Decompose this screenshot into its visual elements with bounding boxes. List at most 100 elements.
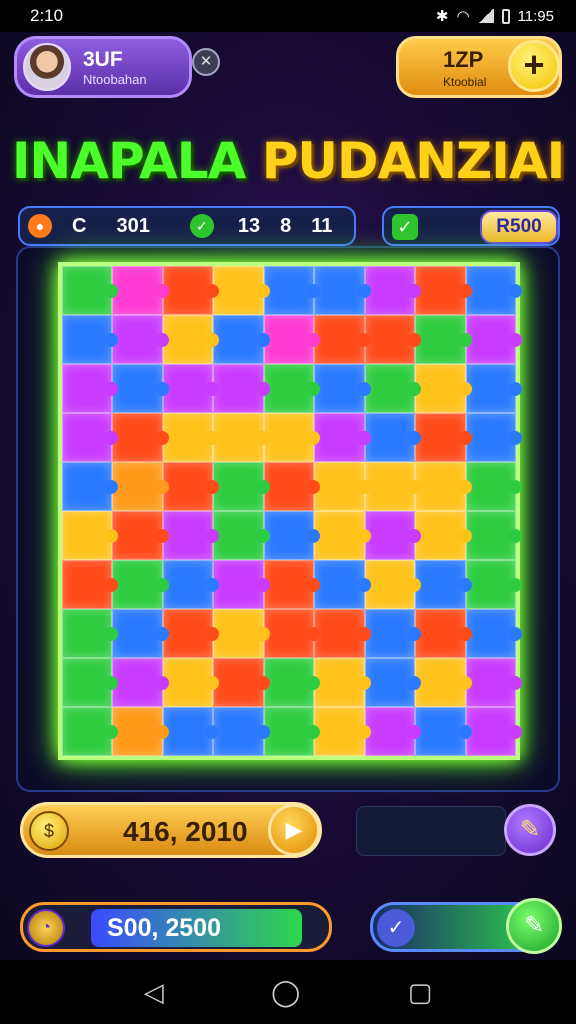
puzzle-piece[interactable] [62, 315, 119, 364]
puzzle-piece[interactable] [465, 609, 523, 658]
puzzle-piece[interactable] [314, 560, 372, 609]
puzzle-piece[interactable] [415, 707, 473, 756]
confirm-button[interactable]: ✎ [506, 898, 562, 954]
puzzle-piece[interactable] [314, 364, 372, 413]
puzzle-piece[interactable] [213, 511, 271, 560]
puzzle-piece[interactable] [263, 266, 321, 315]
puzzle-piece[interactable] [364, 511, 422, 560]
puzzle-piece[interactable] [415, 462, 473, 511]
recent-apps-icon[interactable]: ▢ [408, 977, 433, 1008]
back-icon[interactable]: ◁ [144, 977, 164, 1008]
puzzle-piece[interactable] [213, 315, 271, 364]
puzzle-piece[interactable] [263, 658, 321, 707]
puzzle-piece[interactable] [62, 511, 119, 560]
puzzle-piece[interactable] [263, 609, 321, 658]
puzzle-piece[interactable] [112, 707, 170, 756]
puzzle-piece[interactable] [112, 511, 170, 560]
puzzle-piece[interactable] [465, 560, 523, 609]
puzzle-piece[interactable] [415, 658, 473, 707]
puzzle-piece[interactable] [62, 560, 119, 609]
puzzle-piece[interactable] [162, 462, 220, 511]
puzzle-piece[interactable] [314, 707, 372, 756]
puzzle-piece[interactable] [415, 266, 473, 315]
puzzle-piece[interactable] [263, 413, 321, 462]
puzzle-piece[interactable] [62, 266, 119, 315]
puzzle-piece[interactable] [162, 658, 220, 707]
puzzle-piece[interactable] [314, 609, 372, 658]
prize-button[interactable]: R500 [480, 210, 558, 244]
puzzle-piece[interactable] [62, 413, 119, 462]
checkbox-icon[interactable]: ✓ [392, 214, 418, 240]
puzzle-piece[interactable] [465, 413, 523, 462]
puzzle-piece[interactable] [263, 364, 321, 413]
puzzle-piece[interactable] [415, 511, 473, 560]
puzzle-piece[interactable] [213, 707, 271, 756]
puzzle-piece[interactable] [314, 266, 372, 315]
home-icon[interactable]: ◯ [271, 977, 300, 1008]
puzzle-piece[interactable] [112, 413, 170, 462]
play-button[interactable]: ▶ [268, 804, 320, 856]
puzzle-piece[interactable] [263, 560, 321, 609]
puzzle-piece[interactable] [213, 462, 271, 511]
puzzle-piece[interactable] [415, 364, 473, 413]
puzzle-piece[interactable] [112, 462, 170, 511]
puzzle-piece[interactable] [364, 560, 422, 609]
puzzle-piece[interactable] [364, 364, 422, 413]
puzzle-piece[interactable] [465, 462, 523, 511]
puzzle-piece[interactable] [112, 560, 170, 609]
add-currency-button[interactable]: + [508, 40, 560, 92]
puzzle-piece[interactable] [162, 364, 220, 413]
puzzle-piece[interactable] [213, 266, 271, 315]
puzzle-piece[interactable] [162, 609, 220, 658]
puzzle-piece[interactable] [112, 364, 170, 413]
puzzle-piece[interactable] [415, 560, 473, 609]
puzzle-piece[interactable] [364, 707, 422, 756]
puzzle-piece[interactable] [112, 266, 170, 315]
puzzle-piece[interactable] [314, 315, 372, 364]
puzzle-piece[interactable] [213, 658, 271, 707]
puzzle-piece[interactable] [62, 462, 119, 511]
puzzle-piece[interactable] [465, 658, 523, 707]
puzzle-piece[interactable] [162, 413, 220, 462]
puzzle-piece[interactable] [263, 315, 321, 364]
puzzle-piece[interactable] [465, 364, 523, 413]
puzzle-piece[interactable] [213, 560, 271, 609]
puzzle-piece[interactable] [364, 266, 422, 315]
puzzle-piece[interactable] [314, 413, 372, 462]
puzzle-piece[interactable] [162, 560, 220, 609]
puzzle-piece[interactable] [364, 315, 422, 364]
puzzle-piece[interactable] [112, 658, 170, 707]
puzzle-piece[interactable] [415, 413, 473, 462]
puzzle-piece[interactable] [263, 462, 321, 511]
puzzle-piece[interactable] [112, 315, 170, 364]
puzzle-piece[interactable] [162, 511, 220, 560]
puzzle-piece[interactable] [62, 707, 119, 756]
puzzle-piece[interactable] [465, 511, 523, 560]
puzzle-piece[interactable] [62, 364, 119, 413]
puzzle-piece[interactable] [364, 609, 422, 658]
puzzle-piece[interactable] [314, 511, 372, 560]
puzzle-piece[interactable] [465, 266, 523, 315]
puzzle-piece[interactable] [364, 462, 422, 511]
puzzle-piece[interactable] [415, 315, 473, 364]
puzzle-piece[interactable] [364, 413, 422, 462]
puzzle-piece[interactable] [364, 658, 422, 707]
puzzle-piece[interactable] [263, 511, 321, 560]
puzzle-piece[interactable] [162, 266, 220, 315]
close-icon[interactable]: ✕ [192, 48, 220, 76]
checkmark-icon[interactable]: ✓ [377, 909, 415, 947]
puzzle-piece[interactable] [162, 707, 220, 756]
puzzle-piece[interactable] [314, 462, 372, 511]
player-profile[interactable]: 3UF Ntoobahan [14, 36, 192, 98]
puzzle-board[interactable] [58, 262, 523, 760]
puzzle-piece[interactable] [314, 658, 372, 707]
avatar[interactable] [23, 43, 71, 91]
puzzle-piece[interactable] [62, 609, 119, 658]
puzzle-piece[interactable] [415, 609, 473, 658]
edit-button[interactable]: ✎ [504, 804, 556, 856]
puzzle-piece[interactable] [213, 413, 271, 462]
puzzle-piece[interactable] [213, 364, 271, 413]
puzzle-piece[interactable] [62, 658, 119, 707]
puzzle-piece[interactable] [213, 609, 271, 658]
puzzle-piece[interactable] [162, 315, 220, 364]
